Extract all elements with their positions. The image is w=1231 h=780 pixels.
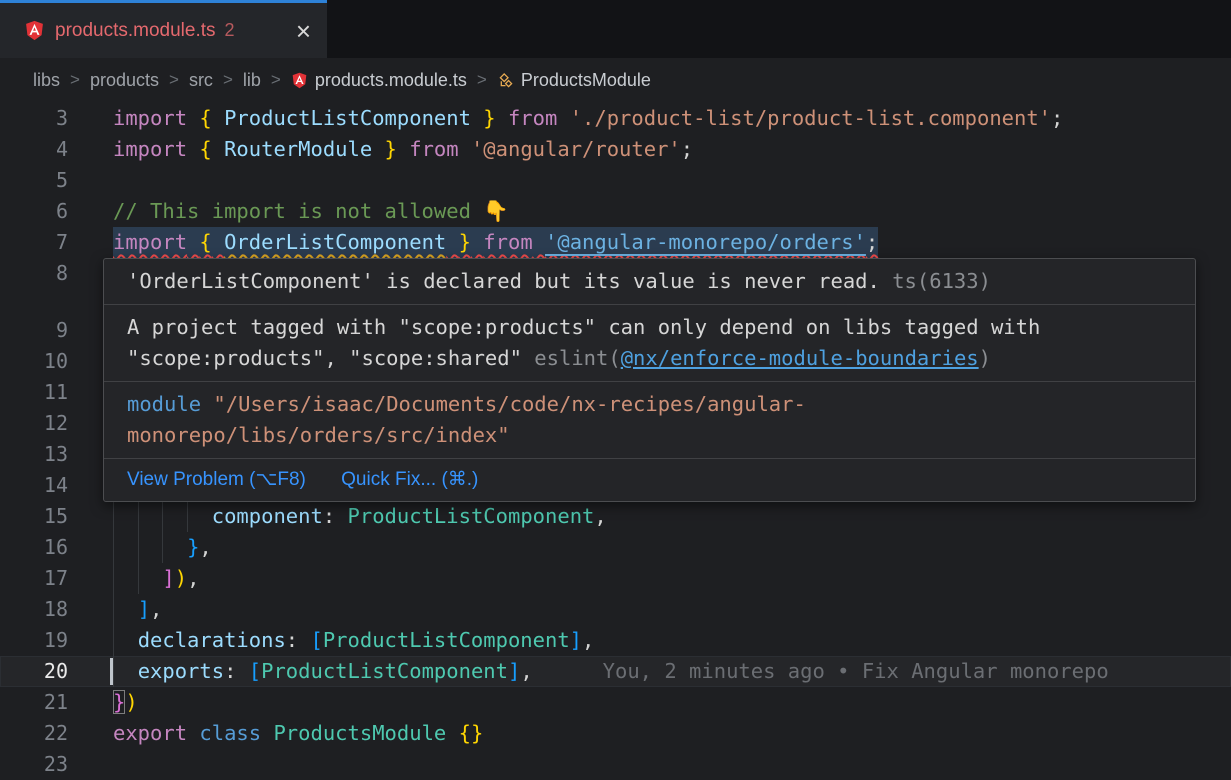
code-line-22[interactable]: export class ProductsModule {} xyxy=(0,718,1231,749)
hover-popup: 'OrderListComponent' is declared but its… xyxy=(103,258,1196,502)
code-line-16[interactable]: }, xyxy=(0,532,1231,563)
diagnostic-eslint-line2: "scope:products", "scope:shared" eslint(… xyxy=(127,343,1172,374)
line-content: import { OrderListComponent } from '@ang… xyxy=(113,227,878,258)
code-line-15[interactable]: component: ProductListComponent, xyxy=(0,501,1231,532)
line-content: export class ProductsModule {} xyxy=(113,718,483,749)
code-line-17[interactable]: ]), xyxy=(0,563,1231,594)
code-line-5[interactable] xyxy=(0,165,1231,196)
diagnostic-ts: 'OrderListComponent' is declared but its… xyxy=(104,259,1195,305)
diagnostic-eslint-line1: A project tagged with "scope:products" c… xyxy=(127,312,1172,343)
line-content: exports: [ProductListComponent],You, 2 m… xyxy=(113,656,1109,687)
hover-actions: View Problem (⌥F8) Quick Fix... (⌘.) xyxy=(104,459,1195,501)
eslint-rule-link[interactable]: @nx/enforce-module-boundaries xyxy=(621,346,979,370)
code-line-20[interactable]: exports: [ProductListComponent],You, 2 m… xyxy=(0,656,1231,687)
code-line-23[interactable] xyxy=(0,749,1231,780)
line-content: // This import is not allowed 👇 xyxy=(113,196,509,227)
line-content: ], xyxy=(113,594,162,625)
code-line-3[interactable]: import { ProductListComponent } from './… xyxy=(0,103,1231,134)
code-line-6[interactable]: // This import is not allowed 👇 xyxy=(0,196,1231,227)
code-line-19[interactable]: declarations: [ProductListComponent], xyxy=(0,625,1231,656)
code-line-7[interactable]: import { OrderListComponent } from '@ang… xyxy=(0,227,1231,258)
line-content: import { ProductListComponent } from './… xyxy=(113,103,1063,134)
diagnostic-ts-source: ts(6133) xyxy=(892,269,991,293)
git-blame-annotation: You, 2 minutes ago • Fix Angular monorep… xyxy=(533,659,1109,683)
module-keyword: module xyxy=(127,392,201,416)
code-line-21[interactable]: }) xyxy=(0,687,1231,718)
text-cursor xyxy=(110,658,113,685)
view-problem-action[interactable]: View Problem (⌥F8) xyxy=(127,469,306,490)
code-editor: 34567891011121314151617181920212223 impo… xyxy=(0,0,1231,780)
quick-fix-action[interactable]: Quick Fix... (⌘.) xyxy=(341,469,478,490)
line-content: import { RouterModule } from '@angular/r… xyxy=(113,134,693,165)
line-content: declarations: [ProductListComponent], xyxy=(113,625,594,656)
line-content: component: ProductListComponent, xyxy=(113,501,607,532)
diagnostic-eslint: A project tagged with "scope:products" c… xyxy=(104,305,1195,382)
line-content: ]), xyxy=(113,563,199,594)
diagnostic-ts-message: 'OrderListComponent' is declared but its… xyxy=(127,269,880,293)
module-info: module "/Users/isaac/Documents/code/nx-r… xyxy=(104,382,1195,459)
line-content: }, xyxy=(113,532,212,563)
line-content: }) xyxy=(113,687,138,718)
code-line-18[interactable]: ], xyxy=(0,594,1231,625)
code-line-4[interactable]: import { RouterModule } from '@angular/r… xyxy=(0,134,1231,165)
